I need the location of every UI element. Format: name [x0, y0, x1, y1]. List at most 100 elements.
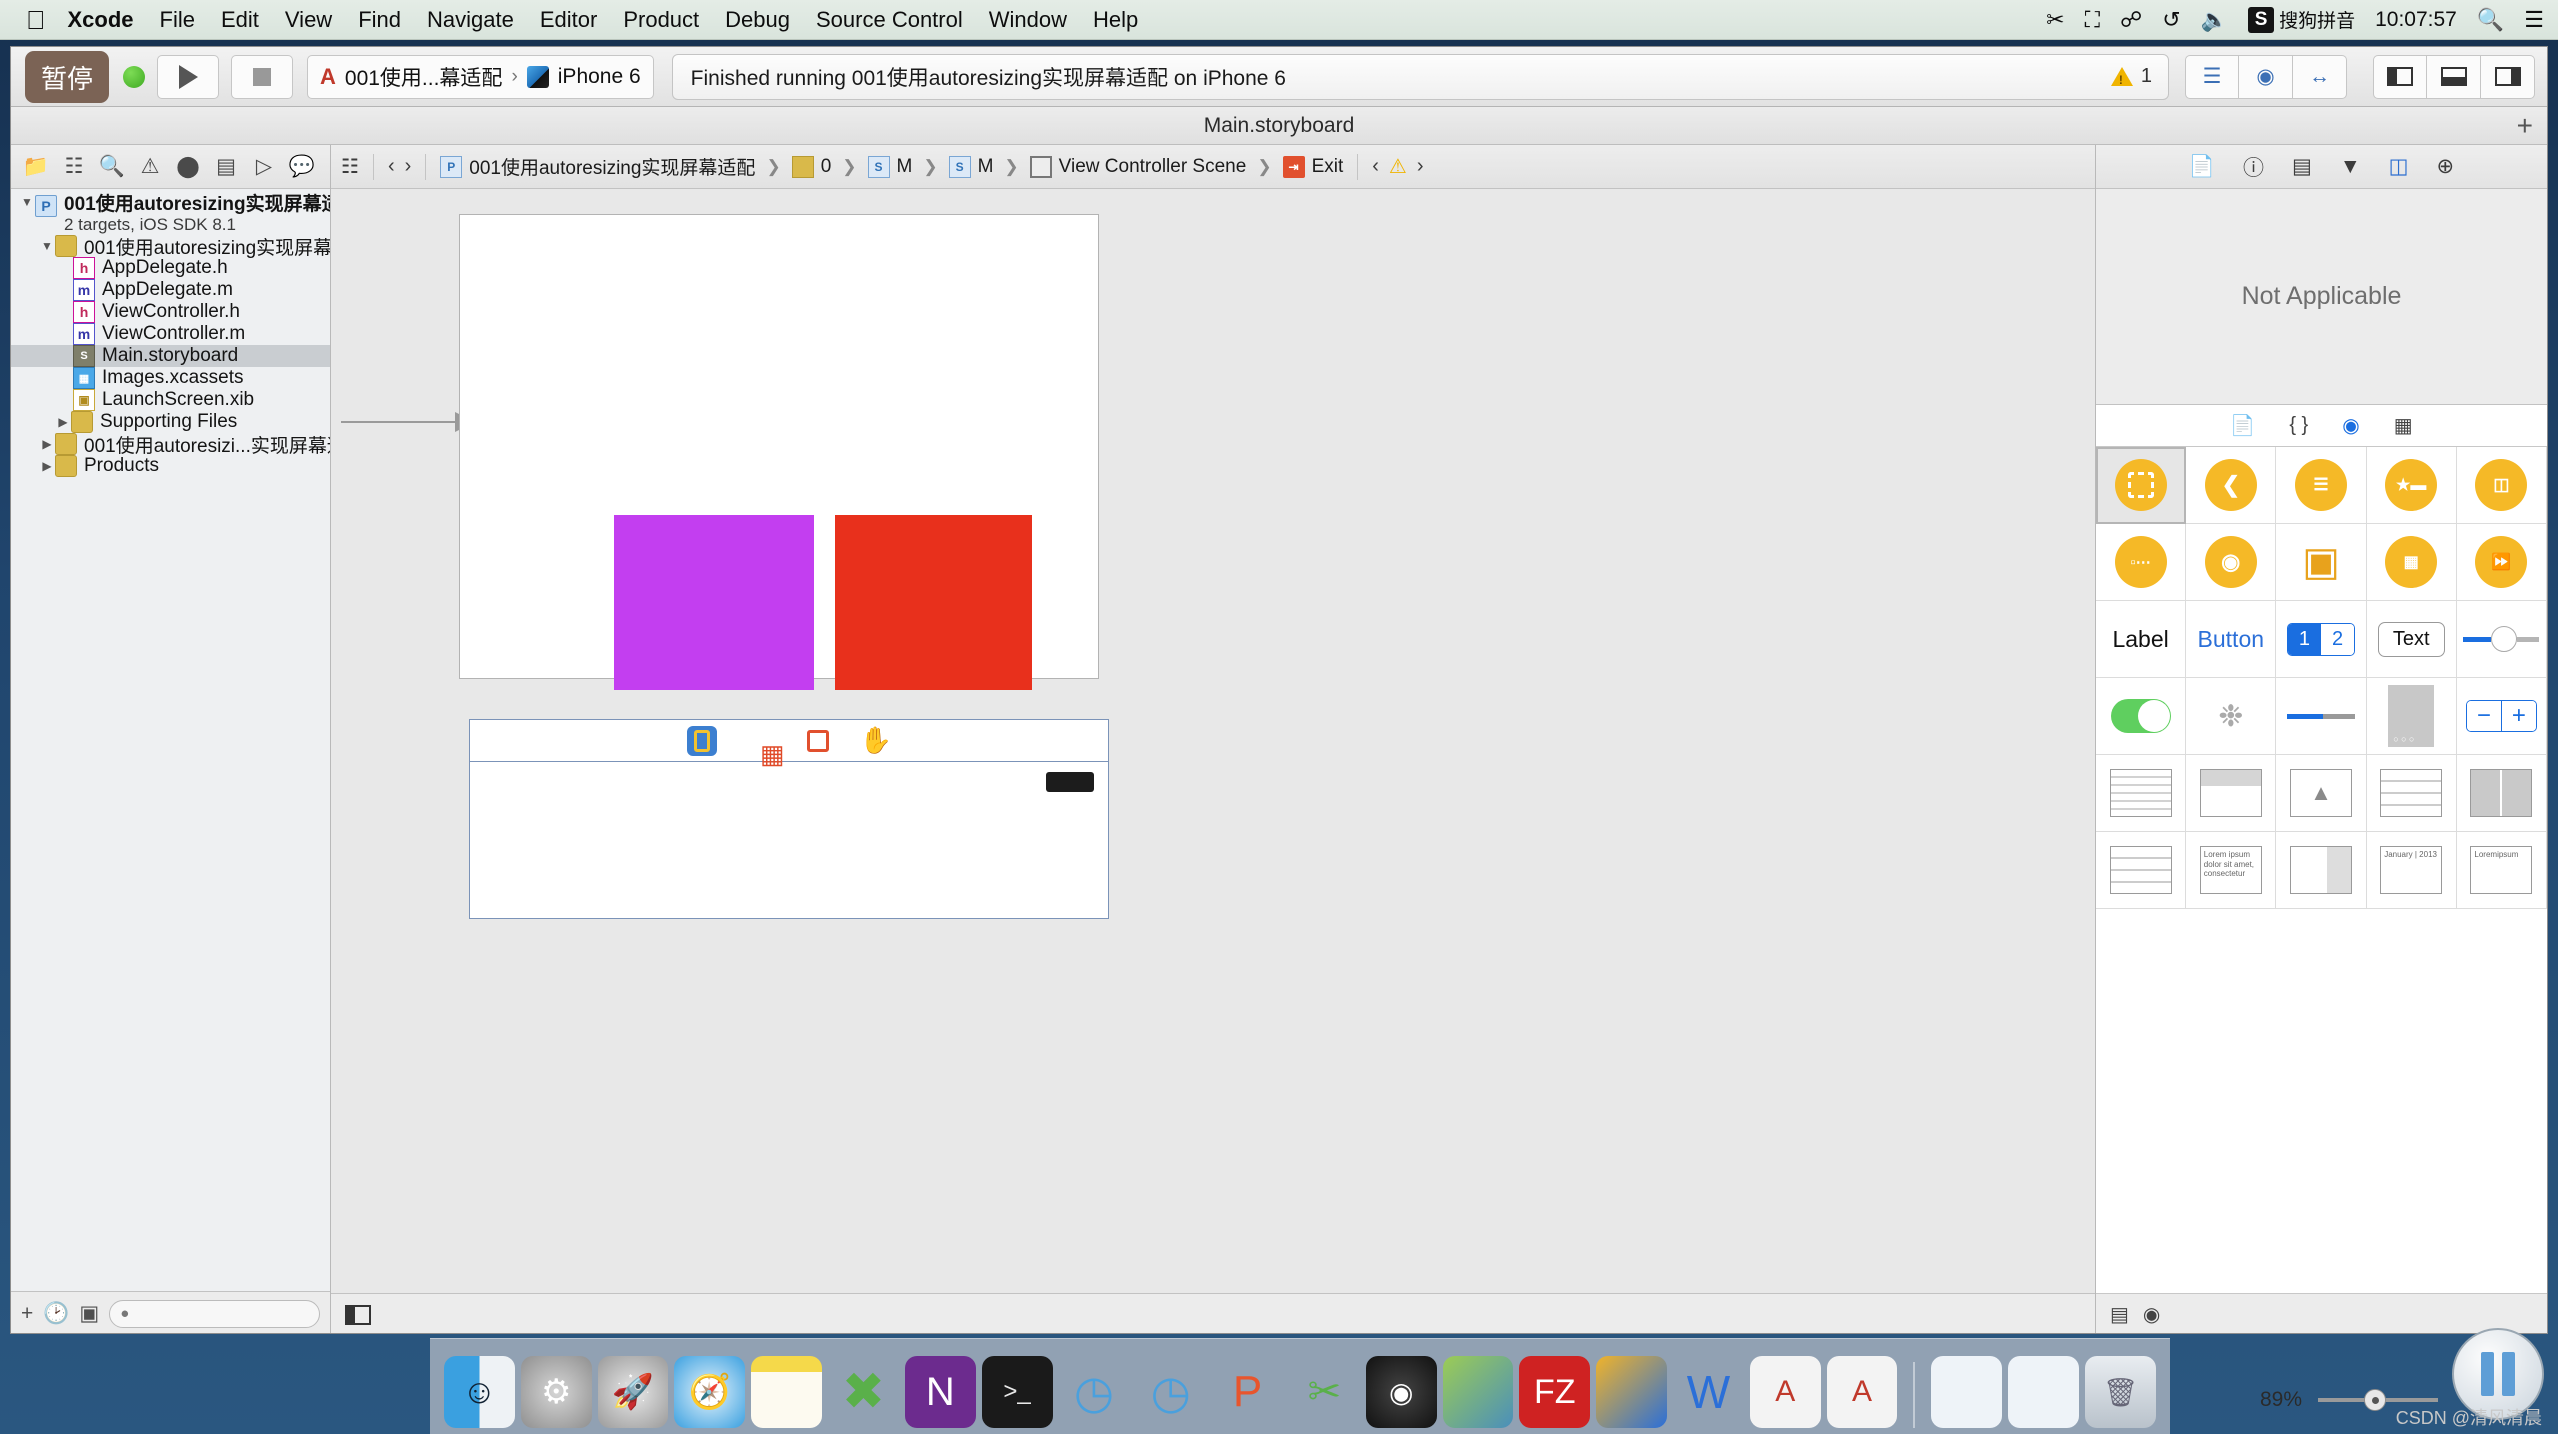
tree-row-main-storyboard[interactable]: S Main.storyboard	[11, 345, 330, 367]
library-item-page-view-controller[interactable]: ▫⋯	[2096, 524, 2187, 601]
code-snippet-library-icon[interactable]: { }	[2289, 414, 2308, 437]
connections-inspector-icon[interactable]: ⊕	[2437, 154, 2455, 179]
library-item-button[interactable]: Button	[2186, 601, 2277, 678]
breadcrumb-item-file[interactable]: M	[897, 156, 913, 178]
window-control-dots[interactable]	[123, 65, 145, 88]
library-item-image-view[interactable]: ▲	[2276, 755, 2367, 832]
plus-icon[interactable]: +	[21, 1302, 33, 1326]
view-controller-scene-card[interactable]	[459, 214, 1099, 690]
menu-item-debug[interactable]: Debug	[725, 7, 790, 33]
dock-recent-window-2[interactable]	[2008, 1356, 2080, 1428]
dock-icon-filezilla[interactable]: FZ	[1519, 1356, 1591, 1428]
time-machine-icon[interactable]: ↺	[2162, 7, 2180, 33]
menu-item-xcode[interactable]: Xcode	[68, 7, 134, 33]
library-item-segmented-control[interactable]: 1 2	[2276, 601, 2367, 678]
library-item-text-field[interactable]: Text	[2366, 601, 2457, 678]
library-item-table-view-controller[interactable]: ☰	[2276, 447, 2367, 524]
zoom-slider-track[interactable]	[2318, 1389, 2438, 1411]
library-item-stepper[interactable]: − +	[2456, 678, 2547, 755]
breadcrumb-item-file2[interactable]: M	[978, 156, 994, 178]
library-item-label[interactable]: Label	[2096, 601, 2187, 678]
library-item-navigation-controller[interactable]: ❮	[2186, 447, 2277, 524]
menu-item-file[interactable]: File	[160, 7, 195, 33]
dock-recent-window-1[interactable]	[1931, 1356, 2003, 1428]
menu-item-window[interactable]: Window	[989, 7, 1067, 33]
dock-icon-xcode-a2[interactable]: A	[1826, 1356, 1898, 1428]
file-template-library-icon[interactable]: 📄	[2230, 413, 2255, 438]
breadcrumb-item-exit[interactable]: Exit	[1312, 156, 1344, 178]
dock-icon-keynote[interactable]: P	[1212, 1356, 1283, 1428]
input-method-indicator[interactable]: S 搜狗拼音	[2248, 6, 2355, 33]
back-chevron-icon[interactable]: ‹	[388, 155, 395, 178]
tree-row-viewcontroller-h[interactable]: h ViewController.h	[11, 301, 330, 323]
library-item-split-view-controller[interactable]: ◫	[2456, 447, 2547, 524]
breadcrumb-item-group[interactable]: 0	[821, 156, 832, 178]
scheme-selector[interactable]: A 001使用...幕适配 › iPhone 6	[307, 54, 654, 99]
next-issue-icon[interactable]: ›	[1417, 155, 1424, 178]
tree-row-images-xcassets[interactable]: ▦ Images.xcassets	[11, 367, 330, 389]
menu-item-product[interactable]: Product	[623, 7, 699, 33]
warning-icon[interactable]: ⚠	[1389, 154, 1407, 179]
file-inspector-icon[interactable]: 📄	[2189, 155, 2215, 179]
dock-icon-system-preferences[interactable]: ⚙	[520, 1356, 592, 1428]
breadcrumb-item-project[interactable]: 001使用autoresizing实现屏幕适配	[469, 153, 755, 180]
utilities-toggle-icon[interactable]	[2481, 54, 2535, 99]
library-item-activity-indicator[interactable]: ❉	[2186, 678, 2277, 755]
red-rectangle-view[interactable]	[835, 515, 1032, 690]
first-responder-icon[interactable]: ▦	[745, 726, 785, 767]
size-inspector-icon[interactable]: ◫	[2389, 154, 2409, 179]
source-control-icon[interactable]: ▣	[79, 1301, 99, 1326]
symbol-navigator-icon[interactable]: ☷	[55, 149, 93, 185]
dock-icon-finder[interactable]: ☺	[444, 1356, 515, 1428]
library-item-collection-reusable-view[interactable]	[2096, 832, 2187, 909]
debug-navigator-icon[interactable]: ▤	[207, 149, 245, 185]
breadcrumb-item-scene[interactable]: View Controller Scene	[1059, 156, 1247, 178]
status-warning-group[interactable]: 1	[2110, 65, 2152, 88]
library-item-page-control[interactable]	[2366, 678, 2457, 755]
debug-toggle-icon[interactable]	[2427, 54, 2481, 99]
search-icon[interactable]: 🔍	[2477, 7, 2504, 33]
purple-rectangle-view[interactable]	[614, 515, 814, 690]
dock-icon-instruments-2[interactable]: ◷	[1135, 1356, 1206, 1428]
plus-icon[interactable]: +	[2517, 110, 2533, 142]
dock-icon-scissors[interactable]: ✂	[1289, 1356, 1360, 1428]
screen-record-icon[interactable]: ⛶	[2085, 7, 2100, 33]
disclosure-triangle-icon[interactable]: ▶	[39, 437, 55, 451]
library-item-date-picker[interactable]: January | 2013	[2366, 832, 2457, 909]
menu-item-find[interactable]: Find	[358, 7, 401, 33]
stop-button[interactable]	[231, 54, 293, 99]
library-item-text-view[interactable]: Lorem ipsum dolor sit amet, consectetur	[2186, 832, 2277, 909]
menu-item-navigate[interactable]: Navigate	[427, 7, 514, 33]
tree-row-group[interactable]: ▼ 001使用autoresizing实现屏幕适配	[11, 235, 330, 259]
library-item-view-controller[interactable]	[2096, 447, 2187, 524]
dock-icon-word[interactable]: W	[1673, 1356, 1744, 1428]
dock-icon-notes[interactable]	[751, 1356, 823, 1428]
test-navigator-icon[interactable]: ⬤	[169, 149, 207, 185]
assistant-editor-icon[interactable]: ◉	[2239, 54, 2293, 99]
dock-icon-safari[interactable]: 🧭	[674, 1356, 746, 1428]
dock-icon-sketch[interactable]	[1596, 1356, 1667, 1428]
tree-row-appdelegate-m[interactable]: m AppDelegate.m	[11, 279, 330, 301]
disclosure-triangle-icon[interactable]: ▼	[19, 195, 35, 209]
project-navigator-icon[interactable]: 📁	[17, 149, 55, 185]
navigator-filter-input[interactable]: ●	[109, 1299, 320, 1328]
library-item-picker-view[interactable]: Loremipsum	[2456, 832, 2547, 909]
document-outline-toggle-icon[interactable]	[345, 1304, 371, 1325]
library-item-tab-bar-controller[interactable]: ★▬	[2366, 447, 2457, 524]
report-navigator-icon[interactable]: 💬	[283, 149, 321, 185]
library-item-table-view-cell[interactable]	[2186, 755, 2277, 832]
library-item-slider[interactable]	[2456, 601, 2547, 678]
forward-chevron-icon[interactable]: ›	[405, 155, 412, 178]
dock-icon-notability[interactable]: N	[904, 1356, 976, 1428]
tree-row-project[interactable]: ▼ P 001使用autoresizing实现屏幕适配 2 targets, i…	[11, 195, 330, 235]
menubar-clock[interactable]: 10:07:57	[2375, 8, 2457, 32]
tree-row-appdelegate-h[interactable]: h AppDelegate.h	[11, 257, 330, 279]
version-editor-icon[interactable]: ↔	[2293, 54, 2347, 99]
dock-icon-launchpad[interactable]: 🚀	[597, 1356, 669, 1428]
menu-item-edit[interactable]: Edit	[221, 7, 259, 33]
library-item-scroll-view[interactable]	[2276, 832, 2367, 909]
dock-icon-instruments[interactable]: ◷	[1059, 1356, 1130, 1428]
dock-icon-terminal[interactable]: >_	[981, 1356, 1053, 1428]
tree-row-products[interactable]: ▶ Products	[11, 455, 330, 477]
pause-ime-badge[interactable]: 暂停	[25, 51, 109, 103]
